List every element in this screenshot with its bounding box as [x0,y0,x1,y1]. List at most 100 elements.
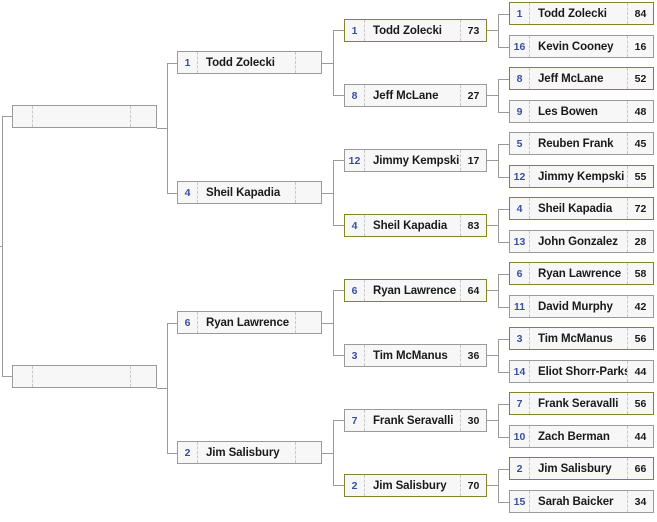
bracket-connector [498,209,509,210]
bracket-entry[interactable]: 12 Jimmy Kempski 55 [509,165,654,188]
entry-seed: 9 [510,101,530,122]
entry-player-name: Tim McManus [538,332,613,345]
bracket-connector [333,290,344,291]
entry-seed: 16 [510,36,530,57]
entry-score: 83 [460,215,486,236]
bracket-entry[interactable]: 13 John Gonzalez 28 [509,230,654,253]
bracket-connector [333,30,344,31]
bracket-entry[interactable]: 1 Todd Zolecki [177,51,322,74]
bracket-entry[interactable] [12,105,157,128]
entry-score: 56 [627,393,653,414]
entry-score: 66 [627,458,653,479]
bracket-connector [498,79,499,112]
bracket-entry[interactable]: 12 Jimmy Kempski 17 [344,149,487,172]
bracket-entry[interactable]: 14 Eliot Shorr-Parks 44 [509,360,654,383]
bracket-connector [498,144,509,145]
entry-seed: 3 [345,345,365,366]
bracket-entry[interactable]: 10 Zach Berman 44 [509,425,654,448]
bracket-entry[interactable]: 6 Ryan Lawrence 64 [344,279,487,302]
entry-player-name [33,106,130,127]
bracket-entry[interactable]: 9 Les Bowen 48 [509,100,654,123]
entry-player-name: Sarah Baicker [538,495,614,508]
bracket-connector [498,469,499,502]
entry-player-name: Todd Zolecki [206,56,275,69]
bracket-connector [498,209,499,242]
entry-seed: 7 [510,393,530,414]
entry-player-name: Reuben Frank [538,137,614,150]
entry-seed: 6 [345,280,365,301]
entry-score: 70 [460,475,486,496]
entry-score [295,182,321,203]
bracket-connector [322,193,333,194]
bracket-entry[interactable]: 2 Jim Salisbury [177,441,322,464]
bracket-entry[interactable]: 7 Frank Seravalli 30 [344,409,487,432]
bracket-entry[interactable] [12,365,157,388]
bracket-connector [167,63,168,193]
bracket-connector [487,225,498,226]
bracket-entry[interactable]: 1 Todd Zolecki 73 [344,19,487,42]
bracket-connector [2,116,3,376]
bracket-entry[interactable]: 11 David Murphy 42 [509,295,654,318]
entry-player-name: Jim Salisbury [206,446,280,459]
bracket-entry[interactable]: 3 Tim McManus 56 [509,327,654,350]
entry-seed: 4 [178,182,198,203]
entry-seed: 2 [178,442,198,463]
entry-seed: 2 [345,475,365,496]
bracket-entry[interactable]: 8 Jeff McLane 27 [344,84,487,107]
bracket-entry[interactable]: 7 Frank Seravalli 56 [509,392,654,415]
entry-player-name: Frank Seravalli [373,414,454,427]
bracket-entry[interactable]: 15 Sarah Baicker 34 [509,490,654,513]
bracket-connector [498,372,509,373]
entry-score [130,366,156,387]
entry-player-name: Todd Zolecki [373,24,442,37]
bracket-connector [498,177,509,178]
entry-player-name: Sheil Kapadia [206,186,281,199]
bracket-connector [498,339,509,340]
entry-seed: 11 [510,296,530,317]
entry-score: 28 [627,231,653,252]
bracket-entry[interactable]: 6 Ryan Lawrence 58 [509,262,654,285]
bracket-entry[interactable]: 4 Sheil Kapadia [177,181,322,204]
bracket-connector [333,225,344,226]
entry-player-name: Zach Berman [538,430,610,443]
entry-seed [13,106,33,127]
bracket-entry[interactable]: 2 Jim Salisbury 70 [344,474,487,497]
bracket-entry[interactable]: 16 Kevin Cooney 16 [509,35,654,58]
entry-player-name: Les Bowen [538,105,598,118]
entry-score: 55 [627,166,653,187]
bracket-connector [498,502,509,503]
entry-player-name: Sheil Kapadia [373,219,448,232]
entry-score: 72 [627,198,653,219]
bracket-entry[interactable]: 8 Jeff McLane 52 [509,67,654,90]
bracket-connector [333,95,344,96]
bracket-connector [167,63,177,64]
bracket-connector [322,63,333,64]
bracket-entry[interactable]: 6 Ryan Lawrence [177,311,322,334]
entry-player-name: Frank Seravalli [538,397,619,410]
entry-seed: 1 [345,20,365,41]
entry-player-name: Jim Salisbury [373,479,447,492]
entry-seed: 12 [510,166,530,187]
bracket-connector [487,420,498,421]
bracket-entry[interactable]: 5 Reuben Frank 45 [509,132,654,155]
entry-player-name: John Gonzalez [538,235,618,248]
bracket-entry[interactable]: 3 Tim McManus 36 [344,344,487,367]
bracket-connector [167,323,168,453]
entry-score: 27 [460,85,486,106]
bracket-entry[interactable]: 1 Todd Zolecki 84 [509,2,654,25]
bracket-entry[interactable]: 2 Jim Salisbury 66 [509,457,654,480]
entry-player-name: Sheil Kapadia [538,202,613,215]
entry-score: 64 [460,280,486,301]
entry-player-name: Ryan Lawrence [538,267,622,280]
bracket-connector [498,79,509,80]
entry-player-name: Ryan Lawrence [206,316,290,329]
bracket-connector [322,453,333,454]
entry-score: 58 [627,263,653,284]
bracket-connector [2,376,12,377]
entry-score: 44 [627,361,653,382]
entry-seed: 12 [345,150,365,171]
bracket-entry[interactable]: 4 Sheil Kapadia 83 [344,214,487,237]
bracket-entry[interactable]: 4 Sheil Kapadia 72 [509,197,654,220]
bracket-connector [0,246,2,247]
bracket-connector [157,388,167,389]
